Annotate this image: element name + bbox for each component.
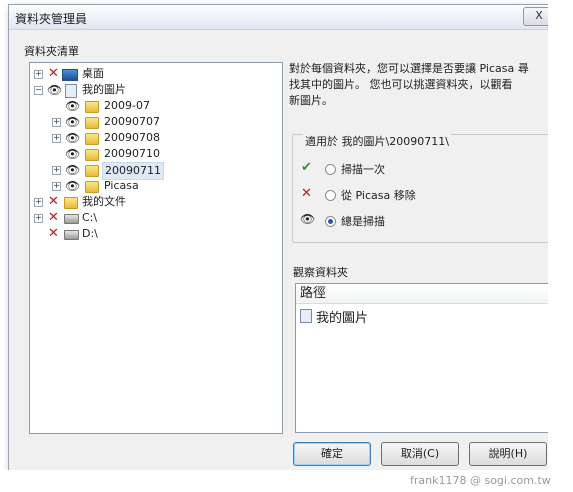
folder-list-label: 資料夾清單 <box>24 45 79 58</box>
drive-icon <box>64 214 79 224</box>
exclude-x-icon: ✕ <box>48 194 59 209</box>
instruction-line: 對於每個資料夾，您可以選擇是否要讓 Picasa 尋 <box>289 62 529 75</box>
tree-node-picasa[interactable]: + 👁 Picasa <box>52 178 272 194</box>
folder-manager-dialog: 資料夾管理員 X 資料夾清單 + ✕ 桌面 − 👁 我的圖片 👁 2009-07… <box>8 4 555 476</box>
tree-node-20090710[interactable]: 👁 20090710 <box>52 146 272 162</box>
always-scan-option[interactable]: 👁 總是掃描 <box>300 212 501 229</box>
tree-node-label: 2009-07 <box>104 99 150 112</box>
path-column-label: 路徑 <box>300 286 327 301</box>
tree-node-desktop[interactable]: + ✕ 桌面 <box>34 66 274 82</box>
tree-node-label: 我的圖片 <box>82 83 126 96</box>
folder-icon <box>85 165 99 177</box>
tree-node-d-drive[interactable]: ✕ D:\ <box>34 226 274 242</box>
eye-icon: 👁 <box>65 131 81 145</box>
collapse-icon[interactable]: − <box>34 86 43 95</box>
scan-once-radio[interactable] <box>325 164 336 175</box>
eye-icon: 👁 <box>65 163 81 177</box>
torn-edge-right <box>548 0 573 492</box>
instruction-text: 對於每個資料夾，您可以選擇是否要讓 Picasa 尋 找其中的圖片。 您也可以挑… <box>289 61 551 109</box>
title-bar: 資料夾管理員 X <box>9 5 555 30</box>
drive-icon <box>64 230 79 240</box>
pictures-icon <box>300 309 312 323</box>
help-button[interactable]: 說明(H) <box>469 442 547 466</box>
pictures-icon <box>65 84 77 98</box>
tree-node-my-documents[interactable]: + ✕ 我的文件 <box>34 194 274 210</box>
expand-icon[interactable]: + <box>52 166 61 175</box>
cancel-button[interactable]: 取消(C) <box>381 442 459 466</box>
scan-once-option[interactable]: ✔ 掃描一次 <box>301 160 501 177</box>
folder-icon <box>85 149 99 161</box>
folder-icon <box>85 117 99 129</box>
instruction-line: 找其中的圖片。 您也可以挑選資料夾，以觀看 <box>289 78 513 91</box>
tree-node-c-drive[interactable]: + ✕ C:\ <box>34 210 274 226</box>
exclude-x-icon: ✕ <box>48 66 59 81</box>
eye-icon: 👁 <box>65 115 81 129</box>
tree-node-label: 桌面 <box>82 67 104 80</box>
window-title: 資料夾管理員 <box>15 12 88 26</box>
expand-icon[interactable]: + <box>34 70 43 79</box>
expand-icon[interactable]: + <box>34 214 43 223</box>
list-item-label: 我的圖片 <box>316 311 369 326</box>
expand-icon[interactable]: + <box>52 134 61 143</box>
watermark: frank1178 @ sogi.com.tw <box>410 474 551 487</box>
eye-icon: 👁 <box>47 83 63 97</box>
tree-node-label: 20090710 <box>104 147 160 160</box>
tree-node-label: D:\ <box>82 227 98 240</box>
list-item[interactable]: 我的圖片 <box>300 307 540 326</box>
expand-icon[interactable]: + <box>52 182 61 191</box>
tree-node-20090707[interactable]: + 👁 20090707 <box>52 114 272 130</box>
folder-icon <box>64 197 78 209</box>
instruction-line: 新圖片。 <box>289 94 333 107</box>
tree-node-my-pictures[interactable]: − 👁 我的圖片 <box>34 82 274 98</box>
remove-radio[interactable] <box>325 190 336 201</box>
tree-node-20090711[interactable]: + 👁 20090711 <box>52 162 272 180</box>
eye-icon: 👁 <box>65 147 81 161</box>
always-scan-label: 總是掃描 <box>341 215 385 228</box>
exclude-x-icon: ✕ <box>48 210 59 225</box>
tree-node-2009-07[interactable]: 👁 2009-07 <box>52 98 272 114</box>
watched-folders-list[interactable]: 路徑 我的圖片 <box>295 283 553 433</box>
eye-icon: 👁 <box>65 179 81 193</box>
folder-icon <box>85 133 99 145</box>
expand-icon[interactable]: + <box>52 118 61 127</box>
tree-node-label: 20090708 <box>104 131 160 144</box>
tree-node-label: C:\ <box>82 211 98 224</box>
exclude-x-icon: ✕ <box>48 226 59 241</box>
watched-folders-label: 觀察資料夾 <box>293 266 348 279</box>
folder-tree[interactable]: + ✕ 桌面 − 👁 我的圖片 👁 2009-07 + 👁 20090707 +… <box>29 62 283 434</box>
folder-icon <box>85 181 99 193</box>
remove-label: 從 Picasa 移除 <box>341 189 416 202</box>
apply-options-group: 適用於 我的圖片\20090711\ ✔ 掃描一次 ✕ 從 Picasa 移除 … <box>292 133 553 243</box>
expand-icon[interactable]: + <box>34 198 43 207</box>
exclude-x-icon: ✕ <box>301 186 312 201</box>
always-scan-radio[interactable] <box>325 216 336 227</box>
eye-icon: 👁 <box>300 212 316 226</box>
tree-node-20090708[interactable]: + 👁 20090708 <box>52 130 272 146</box>
scan-once-label: 掃描一次 <box>341 163 385 176</box>
group-title: 適用於 我的圖片\20090711\ <box>303 133 451 149</box>
desktop-icon <box>62 69 78 81</box>
eye-icon: 👁 <box>65 99 81 113</box>
tree-node-label: 我的文件 <box>82 195 126 208</box>
tree-node-label: 20090707 <box>104 115 160 128</box>
folder-icon <box>85 101 99 113</box>
ok-button[interactable]: 確定 <box>293 442 371 466</box>
remove-option[interactable]: ✕ 從 Picasa 移除 <box>301 186 501 203</box>
tree-node-label: Picasa <box>104 179 139 192</box>
check-icon: ✔ <box>301 160 312 175</box>
path-column-header[interactable]: 路徑 <box>296 284 552 304</box>
